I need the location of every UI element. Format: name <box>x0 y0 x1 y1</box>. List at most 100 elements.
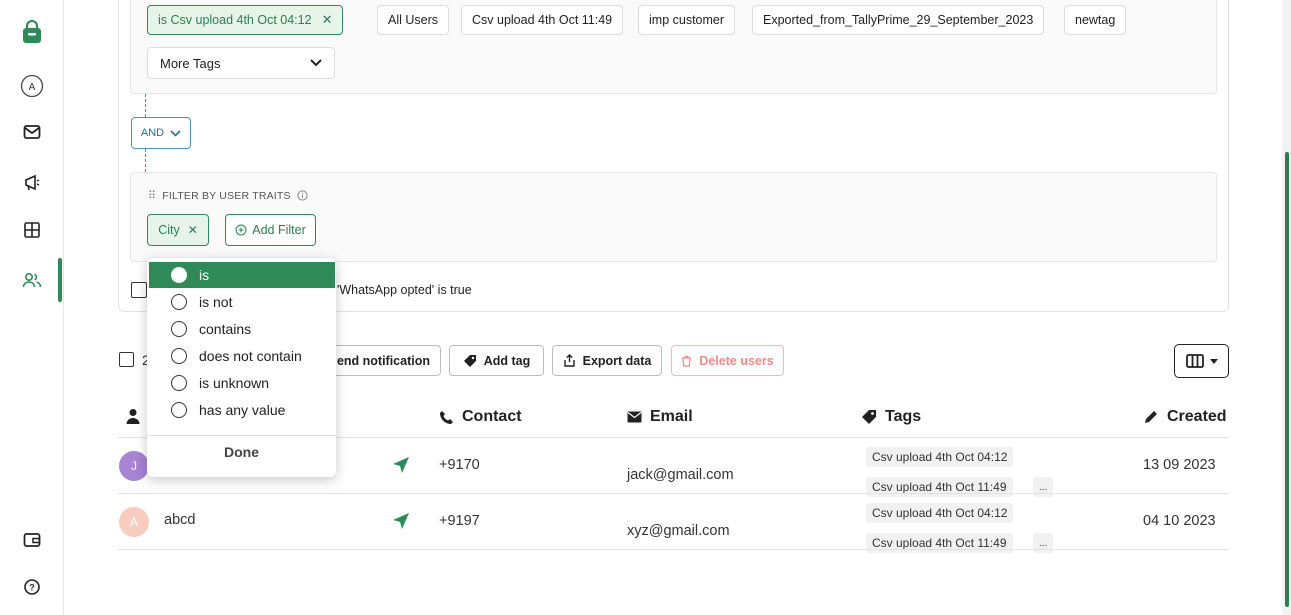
info-icon[interactable] <box>297 190 308 201</box>
email-column-header[interactable]: Email <box>627 408 693 426</box>
page-scrollbar[interactable] <box>1282 0 1291 615</box>
logic-operator-label: AND <box>140 127 165 139</box>
columns-toggle-button[interactable] <box>1174 344 1229 378</box>
tag-chip-tally-export[interactable]: Exported_from_TallyPrime_29_September_20… <box>752 5 1045 35</box>
tag-icon <box>862 410 876 424</box>
tag-label: Csv upload 4th Oct 11:49 <box>472 13 613 27</box>
profile-avatar-icon[interactable]: A <box>20 74 44 98</box>
whatsapp-opted-label: 'WhatsApp opted' is true <box>337 283 472 297</box>
left-nav-rail: A ? <box>0 0 64 615</box>
scrollbar-thumb[interactable] <box>1285 152 1289 607</box>
logic-operator-select[interactable]: AND <box>131 117 191 149</box>
row-divider <box>118 549 1229 550</box>
help-icon[interactable]: ? <box>20 575 44 599</box>
phone-icon <box>440 410 453 424</box>
add-filter-button[interactable]: Add Filter <box>225 214 316 246</box>
operator-option-does-not-contain[interactable]: does not contain <box>149 343 335 369</box>
more-tags-label: More Tags <box>160 55 221 71</box>
selected-tag-chip[interactable]: is Csv upload 4th Oct 04:12 ✕ <box>147 5 344 35</box>
remove-tag-icon[interactable]: ✕ <box>322 12 333 28</box>
shopping-bag-icon[interactable] <box>20 20 44 44</box>
created-header-label: Created <box>1167 408 1227 425</box>
option-label: does not contain <box>199 348 302 364</box>
mail-icon[interactable] <box>20 120 44 144</box>
chevron-down-icon <box>310 59 322 67</box>
tag-pill: Csv upload 4th Oct 04:12 <box>866 447 1014 467</box>
tag-label: newtag <box>1075 13 1116 27</box>
row-divider <box>118 493 1229 494</box>
operator-option-has-any-value[interactable]: has any value <box>149 397 335 423</box>
more-tags-pill[interactable]: ... <box>1033 533 1054 553</box>
tag-chip-imp-customer[interactable]: imp customer <box>638 5 736 35</box>
export-data-button[interactable]: Export data <box>552 345 662 376</box>
export-data-label: Export data <box>582 353 652 368</box>
add-filter-label: Add Filter <box>252 223 306 237</box>
more-tags-pill[interactable]: ... <box>1033 477 1054 497</box>
radio-icon <box>171 294 187 310</box>
email-cell: jack@gmail.com <box>627 467 734 483</box>
send-notification-label: end notification <box>336 353 430 368</box>
users-icon[interactable] <box>20 268 44 292</box>
created-cell: 04 10 2023 <box>1143 513 1216 529</box>
operator-option-is-unknown[interactable]: is unknown <box>149 370 335 396</box>
contact-cell: +9170 <box>439 457 480 473</box>
export-icon <box>563 354 575 367</box>
megaphone-icon[interactable] <box>20 171 44 195</box>
select-all-checkbox[interactable] <box>119 352 134 367</box>
tags-column-header[interactable]: Tags <box>861 408 921 426</box>
whatsapp-opted-checkbox[interactable] <box>131 282 147 298</box>
tag-label: imp customer <box>649 13 725 27</box>
created-column-header[interactable]: Created <box>1143 408 1227 426</box>
done-button[interactable]: Done <box>147 444 336 460</box>
tag-chip-newtag[interactable]: newtag <box>1064 5 1127 35</box>
operator-option-contains[interactable]: contains <box>149 316 335 342</box>
add-tag-button[interactable]: Add tag <box>449 345 544 376</box>
tags-header-label: Tags <box>885 408 922 425</box>
columns-icon <box>1185 354 1204 368</box>
delete-users-button[interactable]: Delete users <box>671 345 784 376</box>
option-label: is <box>199 267 210 283</box>
remove-filter-icon[interactable]: ✕ <box>188 223 198 237</box>
tag-label: All Users <box>388 13 439 27</box>
avatar: A <box>119 507 149 537</box>
delete-users-label: Delete users <box>699 353 774 368</box>
trash-icon <box>682 355 692 367</box>
tag-label: Exported_from_TallyPrime_29_September_20… <box>763 13 1034 27</box>
operator-dropdown: is is not contains does not contain is u… <box>147 258 336 477</box>
operator-option-is[interactable]: is <box>149 262 335 288</box>
traits-title: ⠿ FILTER BY USER TRAITS <box>148 189 308 202</box>
radio-icon <box>171 321 187 337</box>
radio-icon <box>171 375 187 391</box>
send-icon[interactable] <box>391 511 411 531</box>
send-notification-button[interactable]: end notification <box>320 345 441 376</box>
caret-down-icon <box>1209 358 1218 364</box>
app-root: A ? is Csv upload 4th Oct 04:12 ✕ All Us… <box>0 0 1291 615</box>
tag-icon <box>463 354 476 367</box>
email-cell: xyz@gmail.com <box>627 523 730 539</box>
operator-option-is-not[interactable]: is not <box>149 289 335 315</box>
send-icon[interactable] <box>391 455 411 475</box>
more-tags-select[interactable]: More Tags <box>147 47 335 79</box>
tag-pill: Csv upload 4th Oct 11:49 <box>866 533 1013 553</box>
city-filter-chip[interactable]: City ✕ <box>147 214 209 246</box>
contact-column-header[interactable]: Contact <box>439 408 522 426</box>
envelope-icon <box>627 411 642 423</box>
plus-circle-icon <box>235 224 247 236</box>
wallet-icon[interactable] <box>20 528 44 552</box>
connector-line-top <box>145 94 146 117</box>
grid-icon[interactable] <box>20 218 44 242</box>
drag-handle-icon[interactable]: ⠿ <box>148 189 156 202</box>
add-tag-label: Add tag <box>483 353 531 368</box>
user-column-header[interactable] <box>126 408 140 424</box>
option-label: contains <box>199 321 252 337</box>
svg-text:A: A <box>29 82 36 93</box>
dropdown-divider <box>147 435 336 436</box>
created-cell: 13 09 2023 <box>1143 457 1216 473</box>
contact-header-label: Contact <box>462 408 522 425</box>
connector-line-bottom <box>145 149 146 172</box>
tag-pill: Csv upload 4th Oct 04:12 <box>866 503 1014 523</box>
user-icon <box>126 409 140 424</box>
tag-chip-csv-1149[interactable]: Csv upload 4th Oct 11:49 <box>461 5 624 35</box>
tag-chip-all-users[interactable]: All Users <box>377 5 450 35</box>
svg-text:?: ? <box>29 583 35 593</box>
